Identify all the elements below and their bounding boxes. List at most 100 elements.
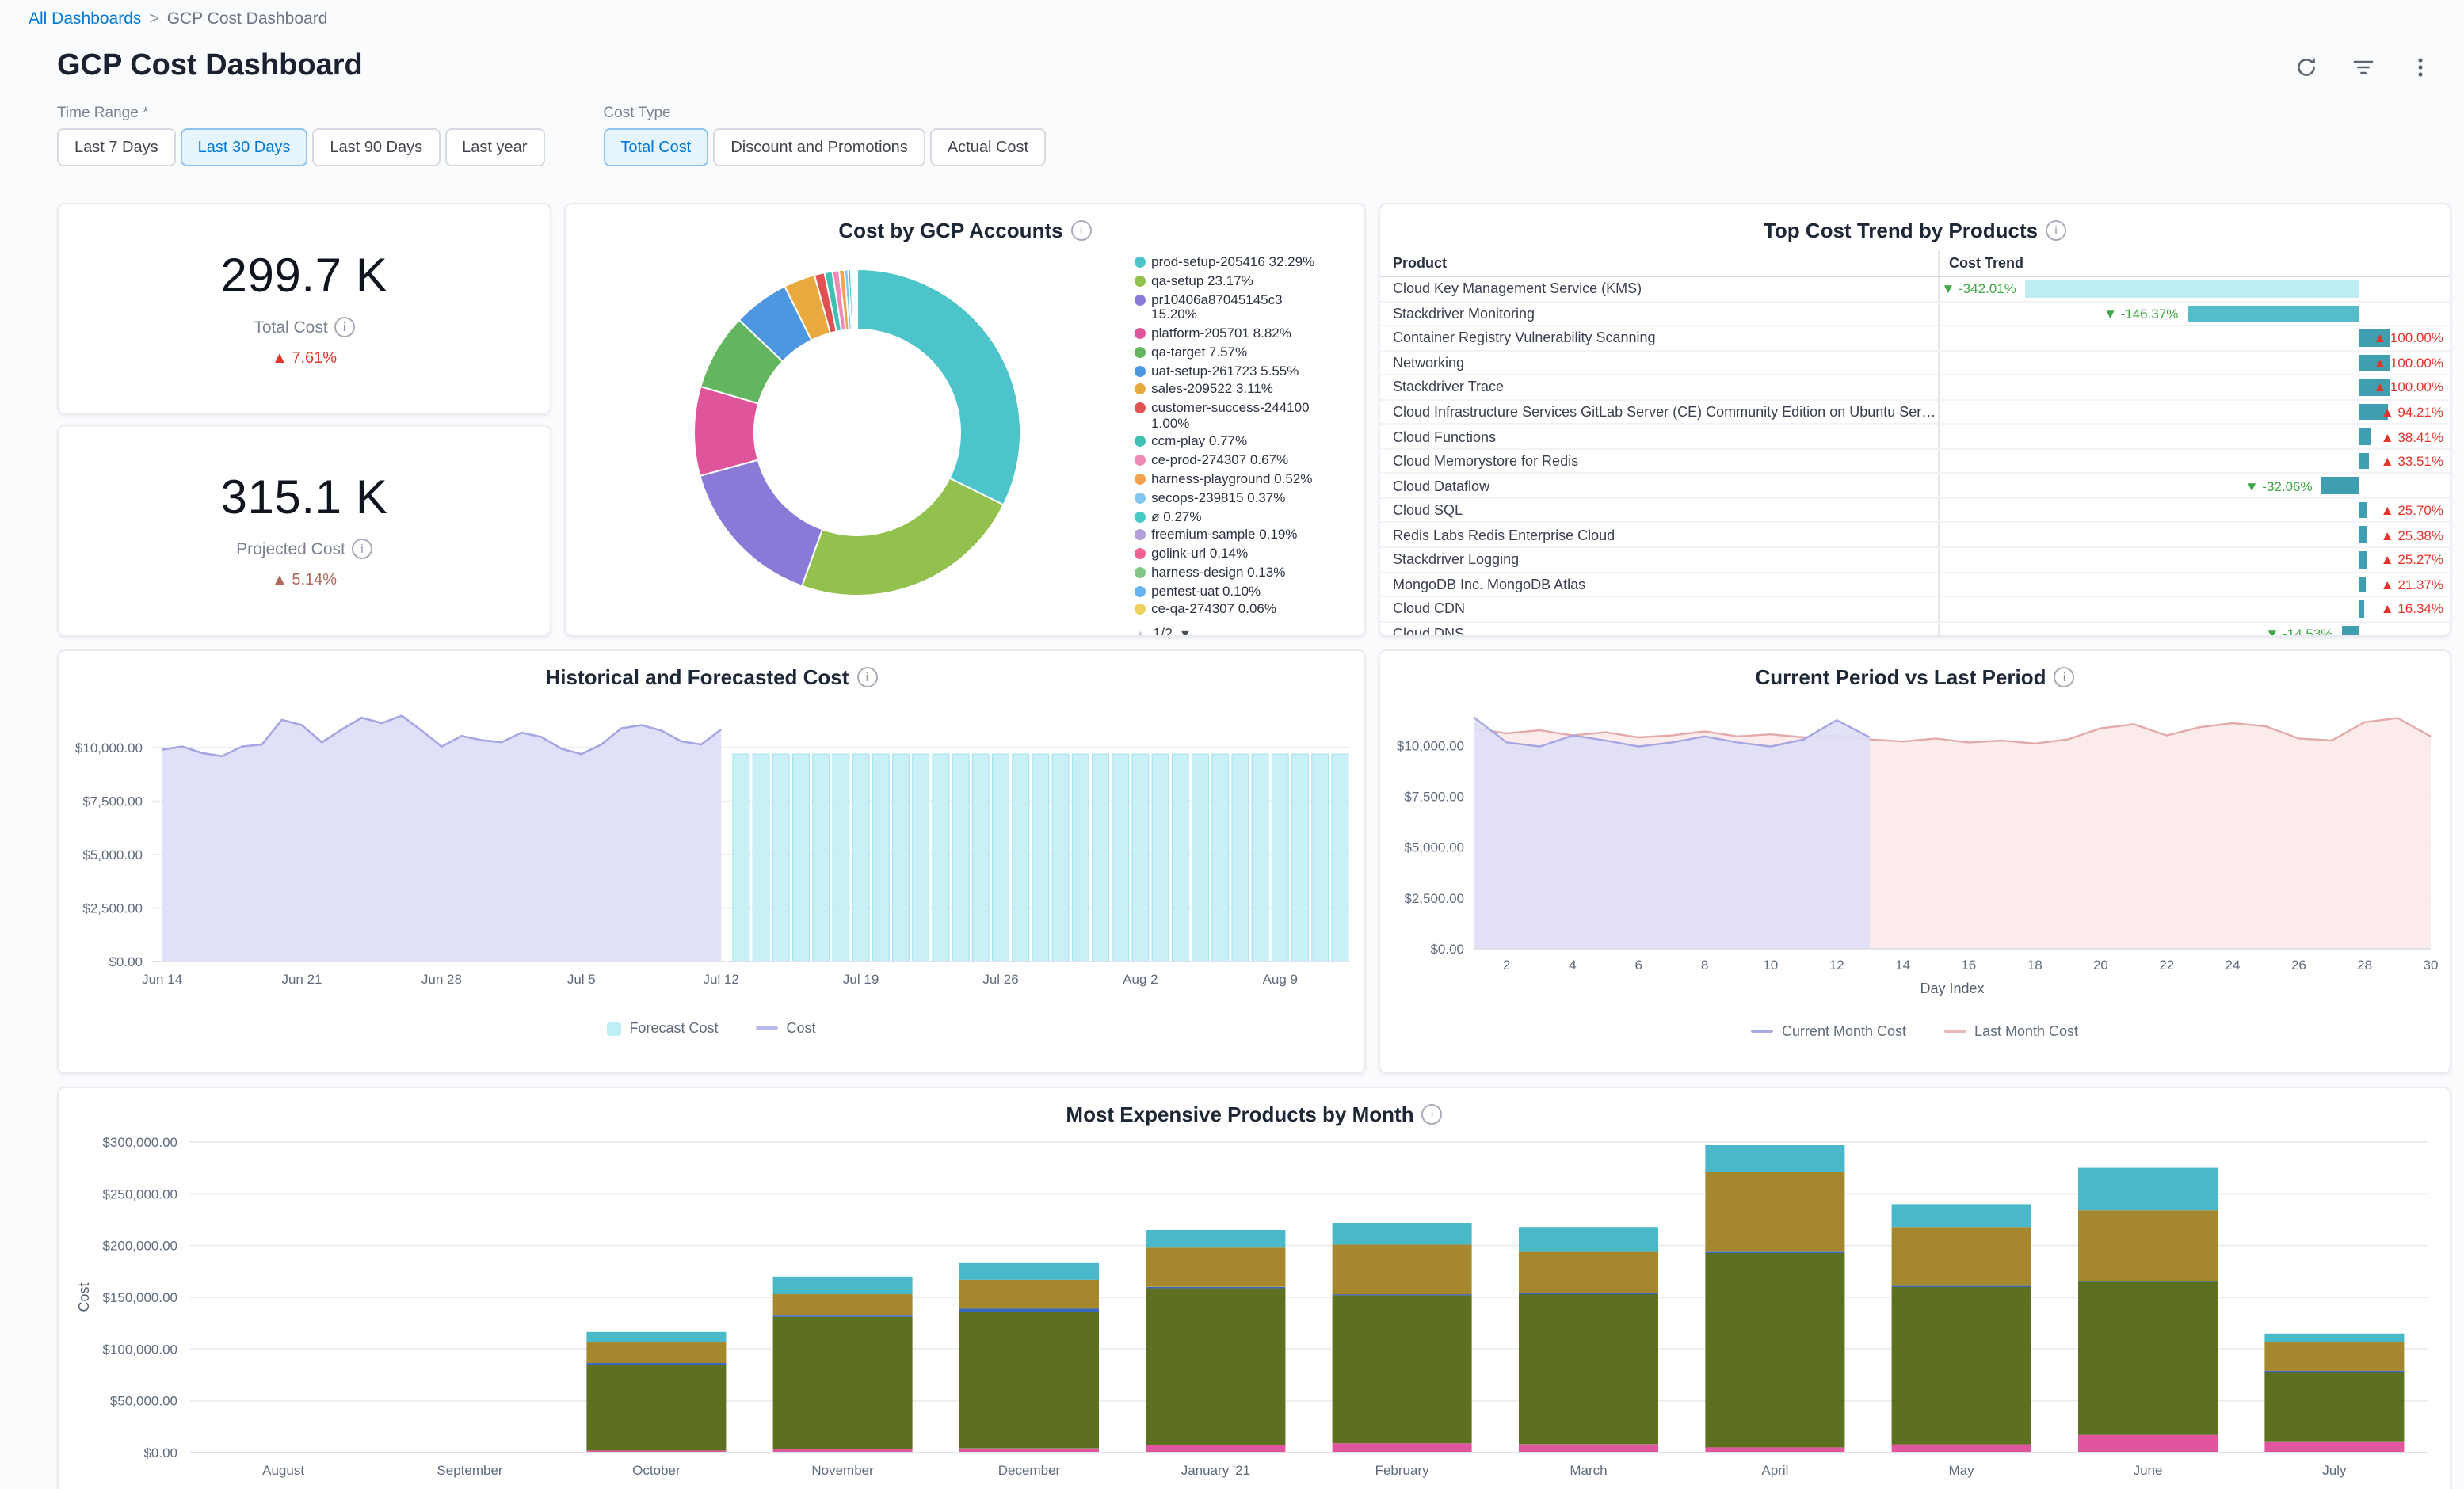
info-icon[interactable]: i bbox=[856, 667, 877, 687]
legend-item-ccm-play[interactable]: ccm-play 0.77% bbox=[1134, 435, 1364, 450]
stack-segment-segment-pink-february[interactable] bbox=[1333, 1443, 1472, 1453]
legend-item-pr10406a87045145c3[interactable]: pr10406a87045145c315.20% bbox=[1134, 292, 1364, 322]
legend-item-customer-success-244100[interactable]: customer-success-2441001.00% bbox=[1134, 401, 1364, 431]
forecast-bar[interactable] bbox=[1032, 754, 1049, 962]
legend-item-sales-209522[interactable]: sales-209522 3.11% bbox=[1134, 383, 1364, 398]
time-range-option-last-7-days[interactable]: Last 7 Days bbox=[57, 128, 176, 166]
legend-item-harness-playground[interactable]: harness-playground 0.52% bbox=[1134, 472, 1364, 487]
trend-product[interactable]: Cloud SQL bbox=[1380, 502, 1938, 518]
cost-area[interactable] bbox=[162, 716, 722, 962]
forecast-bar[interactable] bbox=[993, 754, 1009, 962]
stack-segment-segment-teal-june[interactable] bbox=[2078, 1168, 2218, 1211]
stack-segment-segment-gold-january-21[interactable] bbox=[1146, 1247, 1285, 1287]
stack-segment-segment-teal-february[interactable] bbox=[1333, 1223, 1472, 1244]
forecast-bar[interactable] bbox=[1212, 754, 1229, 962]
donut-slice-qa-setup[interactable] bbox=[802, 478, 1003, 596]
trend-bar[interactable] bbox=[2187, 305, 2359, 322]
legend-page-up[interactable]: ▲ bbox=[1134, 627, 1146, 638]
forecast-bar[interactable] bbox=[1272, 754, 1288, 962]
legend-item-[interactable]: ø 0.27% bbox=[1134, 509, 1364, 524]
stack-segment-segment-teal-january-21[interactable] bbox=[1146, 1230, 1285, 1247]
forecast-bar[interactable] bbox=[1013, 754, 1029, 962]
stack-segment-segment-blue-november[interactable] bbox=[773, 1315, 913, 1317]
stack-segment-segment-olive-january-21[interactable] bbox=[1146, 1288, 1285, 1445]
stack-segment-segment-blue-may[interactable] bbox=[1892, 1286, 2031, 1287]
forecast-bar[interactable] bbox=[893, 754, 910, 962]
legend-item-cost[interactable]: Cost bbox=[757, 1020, 816, 1036]
donut-slice-ce-qa-274307[interactable] bbox=[856, 269, 857, 329]
trend-product[interactable]: Stackdriver Logging bbox=[1380, 552, 1938, 568]
trend-product[interactable]: Cloud DNS bbox=[1380, 626, 1938, 637]
trend-product[interactable]: Stackdriver Trace bbox=[1380, 379, 1938, 395]
forecast-bar[interactable] bbox=[772, 754, 789, 962]
forecast-bar[interactable] bbox=[1252, 754, 1268, 962]
trend-product[interactable]: Cloud Key Management Service (KMS) bbox=[1380, 281, 1938, 297]
stack-segment-segment-pink-july[interactable] bbox=[2264, 1442, 2404, 1453]
stack-segment-segment-teal-july[interactable] bbox=[2264, 1334, 2404, 1342]
stack-segment-segment-gold-july[interactable] bbox=[2264, 1342, 2404, 1371]
forecast-bar[interactable] bbox=[1052, 754, 1069, 962]
forecast-bar[interactable] bbox=[753, 754, 769, 962]
info-icon[interactable]: i bbox=[352, 539, 372, 559]
stack-segment-segment-blue-april[interactable] bbox=[1705, 1252, 1844, 1253]
legend-page-down[interactable]: ▼ bbox=[1179, 627, 1192, 638]
stack-segment-segment-gold-october[interactable] bbox=[586, 1342, 726, 1363]
info-icon[interactable]: i bbox=[1071, 220, 1092, 241]
trend-bar[interactable] bbox=[2359, 502, 2367, 519]
trend-bar[interactable] bbox=[2359, 576, 2366, 592]
forecast-bar[interactable] bbox=[972, 754, 989, 962]
forecast-bar[interactable] bbox=[1232, 754, 1249, 962]
stack-segment-segment-olive-april[interactable] bbox=[1705, 1253, 1844, 1448]
trend-bar[interactable] bbox=[2342, 625, 2359, 637]
historical-forecast-chart[interactable]: $0.00$2,500.00$5,000.00$7,500.00$10,000.… bbox=[63, 695, 1360, 1012]
stack-segment-segment-pink-march[interactable] bbox=[1519, 1445, 1658, 1453]
legend-item-qa-target[interactable]: qa-target 7.57% bbox=[1134, 345, 1364, 360]
stack-segment-segment-gold-november[interactable] bbox=[773, 1294, 913, 1315]
stack-segment-segment-blue-february[interactable] bbox=[1333, 1294, 1472, 1295]
forecast-bar[interactable] bbox=[1112, 754, 1129, 962]
legend-item-golink-url[interactable]: golink-url 0.14% bbox=[1134, 546, 1364, 562]
trend-product[interactable]: Networking bbox=[1380, 355, 1938, 371]
forecast-bar[interactable] bbox=[1093, 754, 1109, 962]
stack-segment-segment-pink-june[interactable] bbox=[2078, 1435, 2218, 1453]
stack-segment-segment-blue-december[interactable] bbox=[959, 1308, 1099, 1312]
stack-segment-segment-blue-october[interactable] bbox=[586, 1363, 726, 1365]
monthly-products-chart[interactable]: $0.00$50,000.00$100,000.00$150,000.00$20… bbox=[63, 1129, 2445, 1489]
forecast-bar[interactable] bbox=[933, 754, 949, 962]
info-icon[interactable]: i bbox=[334, 317, 355, 337]
stack-segment-segment-olive-march[interactable] bbox=[1519, 1294, 1658, 1444]
current-month-cost-area[interactable] bbox=[1474, 717, 1870, 949]
time-range-option-last-90-days[interactable]: Last 90 Days bbox=[312, 128, 440, 166]
trend-product[interactable]: Cloud Dataflow bbox=[1380, 478, 1938, 493]
stack-segment-segment-teal-december[interactable] bbox=[959, 1263, 1099, 1280]
stack-segment-segment-teal-march[interactable] bbox=[1519, 1227, 1658, 1251]
forecast-bar[interactable] bbox=[913, 754, 929, 962]
forecast-bar[interactable] bbox=[1072, 754, 1089, 962]
cost-type-option-actual-cost[interactable]: Actual Cost bbox=[930, 128, 1046, 166]
trend-product[interactable]: Cloud Memorystore for Redis bbox=[1380, 453, 1938, 469]
stack-segment-segment-blue-july[interactable] bbox=[2264, 1371, 2404, 1372]
legend-item-freemium-sample[interactable]: freemium-sample 0.19% bbox=[1134, 528, 1364, 543]
legend-item-ce-qa-274307[interactable]: ce-qa-274307 0.06% bbox=[1134, 603, 1364, 618]
stack-segment-segment-blue-march[interactable] bbox=[1519, 1293, 1658, 1294]
stack-segment-segment-olive-february[interactable] bbox=[1333, 1295, 1472, 1443]
stack-segment-segment-blue-january-21[interactable] bbox=[1146, 1287, 1285, 1288]
info-icon[interactable]: i bbox=[2054, 667, 2075, 687]
stack-segment-segment-teal-april[interactable] bbox=[1705, 1145, 1844, 1172]
trend-bar[interactable] bbox=[2359, 551, 2367, 568]
stack-segment-segment-gold-april[interactable] bbox=[1705, 1172, 1844, 1252]
donut-slice-pr10406a87045145c3[interactable] bbox=[700, 460, 822, 586]
legend-item-current-month-cost[interactable]: Current Month Cost bbox=[1752, 1023, 1906, 1039]
forecast-bar[interactable] bbox=[793, 754, 810, 962]
forecast-bar[interactable] bbox=[1152, 754, 1169, 962]
forecast-bar[interactable] bbox=[852, 754, 869, 962]
forecast-bar[interactable] bbox=[1192, 754, 1209, 962]
stack-segment-segment-olive-october[interactable] bbox=[586, 1365, 726, 1450]
stack-segment-segment-gold-february[interactable] bbox=[1333, 1244, 1472, 1294]
forecast-bar[interactable] bbox=[833, 754, 849, 962]
forecast-bar[interactable] bbox=[1332, 754, 1348, 962]
trend-bar[interactable] bbox=[2359, 600, 2364, 617]
breadcrumb-all-dashboards[interactable]: All Dashboards bbox=[29, 10, 141, 29]
forecast-bar[interactable] bbox=[1132, 754, 1149, 962]
refresh-button[interactable] bbox=[2287, 48, 2325, 86]
